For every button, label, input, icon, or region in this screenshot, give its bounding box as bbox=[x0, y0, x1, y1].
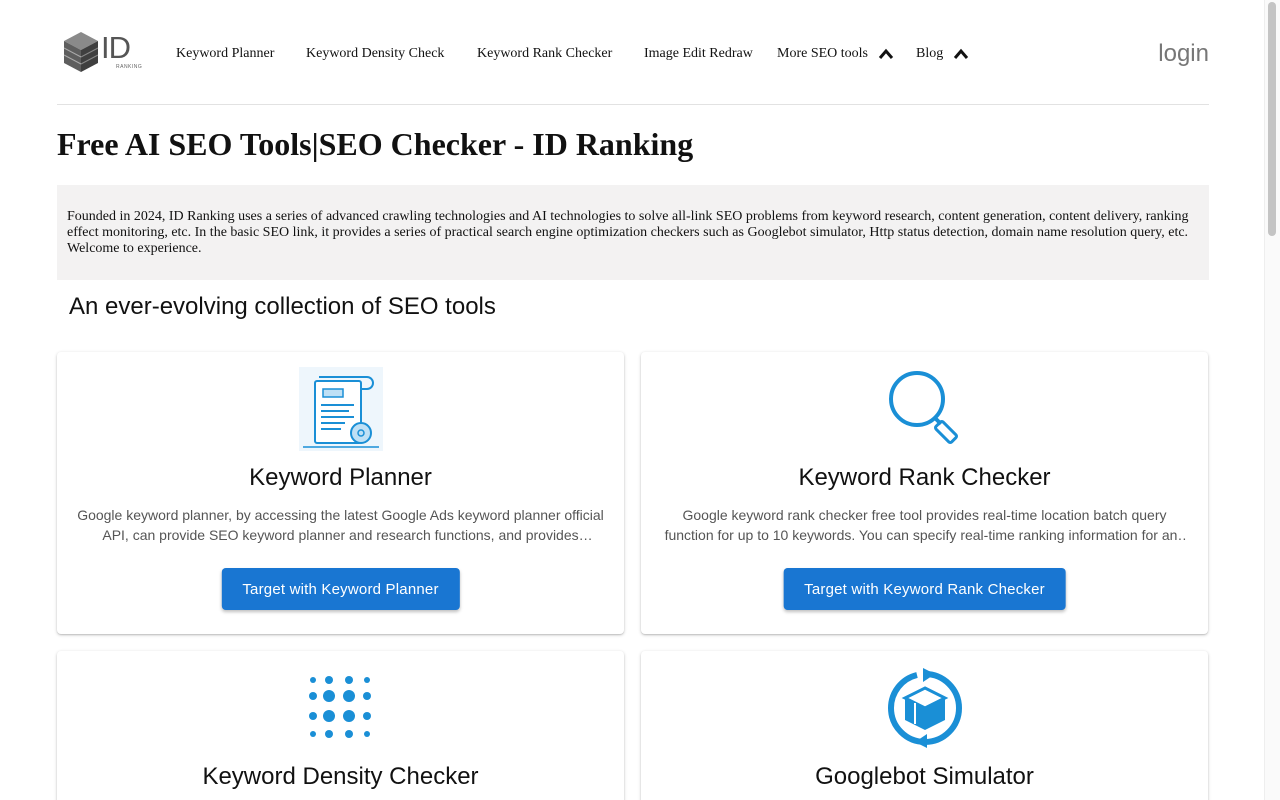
dot bbox=[363, 731, 370, 737]
nav-item-label: Blog bbox=[916, 46, 944, 61]
dot bbox=[362, 712, 371, 720]
cube-logo-icon bbox=[63, 32, 99, 72]
nav-item-keyword-rank-checker[interactable]: Keyword Rank Checker bbox=[477, 46, 612, 62]
login-link[interactable]: login bbox=[1158, 40, 1209, 68]
nav-item-keyword-density-check[interactable]: Keyword Density Check bbox=[306, 46, 444, 62]
dot bbox=[324, 730, 333, 738]
tool-card-keyword-planner: Keyword Planner Google keyword planner, … bbox=[57, 352, 624, 634]
card-title: Keyword Planner bbox=[249, 464, 432, 491]
dot bbox=[308, 712, 317, 720]
tool-card-keyword-rank-checker: Keyword Rank Checker Google keyword rank… bbox=[641, 352, 1208, 634]
dot bbox=[309, 677, 316, 683]
target-keyword-planner-button[interactable]: Target with Keyword Planner bbox=[221, 568, 460, 610]
tool-card-googlebot-simulator: Googlebot Simulator bbox=[641, 651, 1208, 800]
site-header: ID RANKING Keyword Planner Keyword Densi… bbox=[57, 0, 1209, 105]
dot bbox=[308, 692, 317, 700]
intro-text: Founded in 2024, ID Ranking uses a serie… bbox=[57, 185, 1209, 280]
brand-logo[interactable]: ID RANKING bbox=[61, 30, 143, 74]
dot-grid-icon bbox=[308, 676, 371, 738]
dot bbox=[362, 692, 371, 700]
nav-item-label: Image Edit Redraw bbox=[644, 46, 753, 61]
dot bbox=[342, 690, 355, 702]
page-title: Free AI SEO Tools|SEO Checker - ID Ranki… bbox=[57, 126, 694, 162]
card-description: Google keyword rank checker free tool pr… bbox=[664, 507, 1185, 543]
document-certificate-icon bbox=[298, 367, 383, 451]
logo-subtext: RANKING bbox=[116, 64, 143, 70]
card-title: Keyword Density Checker bbox=[202, 763, 479, 790]
dot bbox=[322, 710, 335, 722]
rotating-box-icon bbox=[887, 668, 962, 748]
tool-card-keyword-density-checker: Keyword Density Checker bbox=[57, 651, 624, 800]
magnifier-icon bbox=[888, 371, 958, 444]
scrollbar-thumb[interactable] bbox=[1268, 2, 1276, 236]
dot bbox=[363, 677, 370, 683]
nav-item-label: Keyword Planner bbox=[176, 46, 275, 61]
card-title: Keyword Rank Checker bbox=[798, 464, 1051, 491]
card-description: Google keyword planner, by accessing the… bbox=[77, 507, 604, 543]
chevron-up-icon bbox=[953, 48, 968, 59]
section-title: An ever-evolving collection of SEO tools bbox=[69, 293, 496, 320]
nav-item-label: More SEO tools bbox=[777, 46, 868, 61]
card-title: Googlebot Simulator bbox=[815, 763, 1034, 790]
nav-item-label: Keyword Rank Checker bbox=[477, 46, 613, 61]
dot bbox=[344, 730, 353, 738]
dot bbox=[324, 676, 333, 684]
dot bbox=[322, 690, 335, 702]
dot bbox=[342, 710, 355, 722]
logo-text: ID bbox=[101, 30, 131, 65]
dot bbox=[309, 731, 316, 737]
nav-item-label: Keyword Density Check bbox=[306, 46, 445, 61]
target-keyword-rank-checker-button[interactable]: Target with Keyword Rank Checker bbox=[783, 568, 1066, 610]
page-scrollbar[interactable] bbox=[1264, 0, 1280, 800]
dot bbox=[344, 676, 353, 684]
nav-item-more-seo-tools[interactable]: More SEO tools bbox=[777, 46, 894, 62]
nav-item-keyword-planner[interactable]: Keyword Planner bbox=[176, 46, 274, 62]
chevron-up-icon bbox=[878, 48, 893, 59]
nav-item-blog[interactable]: Blog bbox=[916, 46, 969, 62]
nav-item-image-edit-redraw[interactable]: Image Edit Redraw bbox=[644, 46, 753, 62]
